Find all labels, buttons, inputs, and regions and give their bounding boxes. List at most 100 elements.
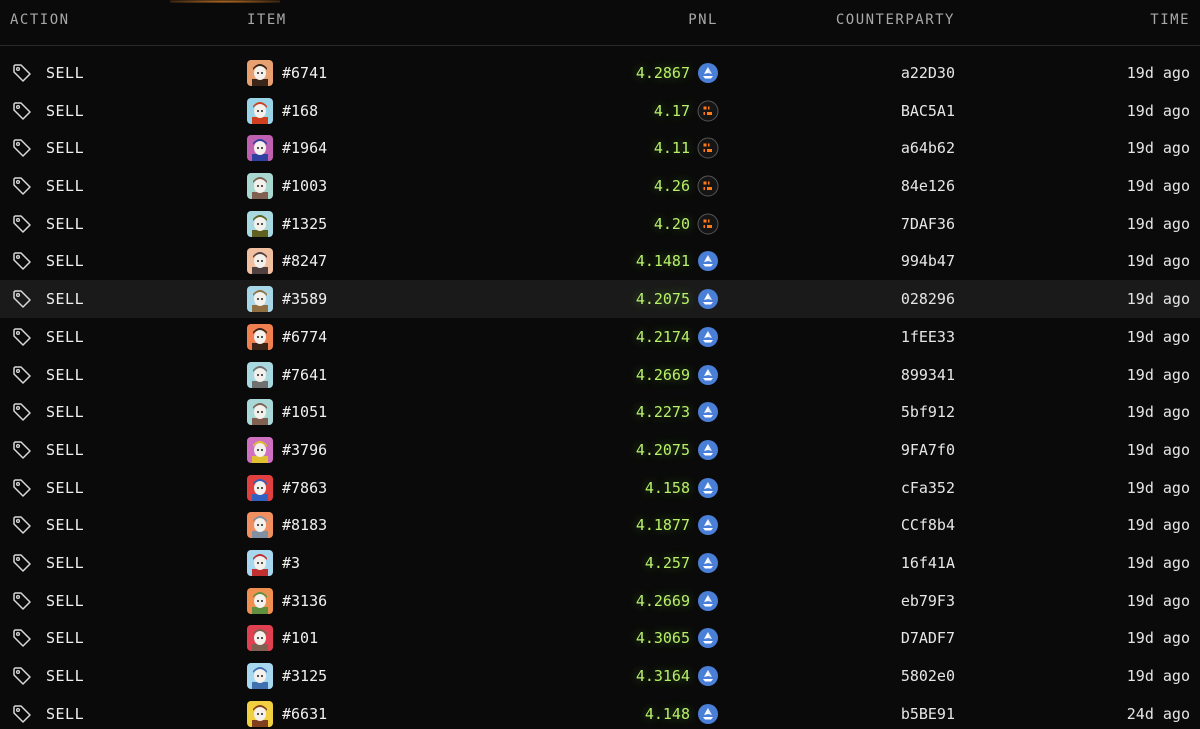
item-id-link[interactable]: #168 (282, 102, 318, 120)
counterparty-link[interactable]: 7DAF36 (901, 215, 955, 233)
nft-avatar-icon[interactable] (247, 248, 273, 275)
table-row[interactable]: SELL #8247 4.1481 994b47 19d ago (0, 242, 1200, 280)
table-row[interactable]: SELL #7641 4.2669 899341 19d ago (0, 356, 1200, 394)
table-row[interactable]: SELL #3 4.257 16f41A 19d ago (0, 544, 1200, 582)
counterparty-link[interactable]: 9FA7f0 (901, 441, 955, 459)
tag-icon (13, 328, 31, 346)
item-id-link[interactable]: #1964 (282, 139, 327, 157)
nft-avatar-icon[interactable] (247, 399, 273, 426)
table-row[interactable]: SELL #6774 4.2174 1fEE33 19d ago (0, 318, 1200, 356)
nft-avatar-icon[interactable] (247, 549, 273, 576)
column-header-pnl[interactable]: PNL (688, 12, 718, 28)
counterparty-link[interactable]: 028296 (901, 290, 955, 308)
pnl-value: 4.2669 (635, 591, 690, 610)
counterparty-link[interactable]: 1fEE33 (901, 328, 955, 346)
counterparty-link[interactable]: 899341 (901, 366, 955, 384)
counterparty-link[interactable]: a64b62 (901, 139, 955, 157)
nft-avatar-icon[interactable] (247, 286, 273, 313)
time-ago: 19d ago (1126, 214, 1190, 233)
table-row[interactable]: SELL #1051 4.2273 5bf912 19d ago (0, 393, 1200, 431)
item-id-link[interactable]: #7641 (282, 366, 327, 384)
item-id-link[interactable]: #7863 (282, 479, 327, 497)
table-row[interactable]: SELL #1964 4.11 a64b62 19d ago (0, 129, 1200, 167)
table-row[interactable]: SELL #3589 4.2075 028296 19d ago (0, 280, 1200, 318)
tag-icon (13, 629, 31, 648)
item-id-link[interactable]: #3589 (282, 290, 327, 308)
nft-avatar-icon[interactable] (247, 361, 273, 388)
table-row[interactable]: SELL #6741 4.2867 a22D30 19d ago (0, 54, 1200, 92)
nft-avatar-icon[interactable] (247, 625, 273, 652)
counterparty-link[interactable]: 5bf912 (901, 403, 955, 421)
item-id-link[interactable]: #101 (282, 629, 318, 647)
item-id-link[interactable]: #3125 (282, 667, 327, 685)
nft-avatar-icon[interactable] (247, 474, 273, 501)
item-id-link[interactable]: #6741 (282, 64, 327, 82)
nft-avatar-icon[interactable] (247, 97, 273, 124)
pnl-value: 4.2669 (635, 365, 690, 384)
table-row[interactable]: SELL #3796 4.2075 9FA7f0 19d ago (0, 431, 1200, 469)
item-id-link[interactable]: #3136 (282, 592, 327, 610)
table-row[interactable]: SELL #8183 4.1877 CCf8b4 19d ago (0, 506, 1200, 544)
nft-avatar-icon[interactable] (247, 210, 273, 237)
item-id-link[interactable]: #1051 (282, 403, 327, 421)
eth-token-icon (698, 477, 718, 498)
blur-token-icon (697, 137, 719, 159)
eth-token-icon (698, 590, 718, 611)
action-label: SELL (46, 403, 85, 422)
table-row[interactable]: SELL #1325 4.20 7DAF36 19d ago (0, 205, 1200, 243)
nft-avatar-icon[interactable] (247, 323, 273, 350)
table-row[interactable]: SELL #3136 4.2669 eb79F3 19d ago (0, 582, 1200, 620)
tag-icon (13, 591, 31, 610)
item-id-link[interactable]: #8247 (282, 252, 327, 270)
time-ago: 19d ago (1126, 403, 1190, 422)
item-id-link[interactable]: #6631 (282, 705, 327, 723)
tag-icon (13, 139, 31, 158)
nft-avatar-icon[interactable] (247, 436, 273, 463)
pnl-value: 4.11 (653, 139, 690, 158)
item-id-link[interactable]: #8183 (282, 516, 327, 534)
item-id-link[interactable]: #1003 (282, 177, 327, 195)
item-id-link[interactable]: #6774 (282, 328, 327, 346)
pnl-value: 4.2174 (635, 327, 690, 346)
column-header-counterparty[interactable]: COUNTERPARTY (836, 12, 955, 28)
nft-avatar-icon[interactable] (247, 173, 273, 200)
table-row[interactable]: SELL #168 4.17 BAC5A1 19d ago (0, 92, 1200, 130)
nft-avatar-icon[interactable] (247, 135, 273, 162)
counterparty-link[interactable]: 16f41A (901, 554, 955, 572)
table-row[interactable]: SELL #6631 4.148 b5BE91 24d ago (0, 695, 1200, 729)
counterparty-link[interactable]: cFa352 (901, 479, 955, 497)
nft-avatar-icon[interactable] (247, 512, 273, 539)
table-row[interactable]: SELL #7863 4.158 cFa352 19d ago (0, 469, 1200, 507)
counterparty-link[interactable]: a22D30 (901, 64, 955, 82)
table-row[interactable]: SELL #3125 4.3164 5802e0 19d ago (0, 657, 1200, 695)
activity-table: ACTION ITEM PNL COUNTERPARTY TIME SELL #6… (0, 0, 1200, 729)
action-label: SELL (46, 629, 85, 648)
counterparty-link[interactable]: D7ADF7 (901, 629, 955, 647)
counterparty-link[interactable]: 5802e0 (901, 667, 955, 685)
counterparty-link[interactable]: eb79F3 (901, 592, 955, 610)
table-row[interactable]: SELL #1003 4.26 84e126 19d ago (0, 167, 1200, 205)
blur-token-icon (697, 213, 719, 235)
table-row[interactable]: SELL #101 4.3065 D7ADF7 19d ago (0, 619, 1200, 657)
item-id-link[interactable]: #3796 (282, 441, 327, 459)
action-label: SELL (46, 667, 85, 685)
time-ago: 19d ago (1126, 101, 1190, 120)
eth-token-icon (698, 364, 718, 385)
column-header-action[interactable]: ACTION (10, 12, 70, 28)
item-id-link[interactable]: #3 (282, 554, 300, 572)
counterparty-link[interactable]: 84e126 (901, 177, 955, 195)
counterparty-link[interactable]: CCf8b4 (901, 516, 955, 534)
nft-avatar-icon[interactable] (247, 587, 273, 614)
column-header-time[interactable]: TIME (1150, 12, 1190, 28)
counterparty-link[interactable]: 994b47 (901, 252, 955, 270)
nft-avatar-icon[interactable] (247, 700, 273, 727)
item-id-link[interactable]: #1325 (282, 215, 327, 233)
counterparty-link[interactable]: BAC5A1 (901, 102, 955, 120)
column-header-item[interactable]: ITEM (247, 12, 287, 28)
pnl-value: 4.20 (653, 214, 690, 233)
counterparty-link[interactable]: b5BE91 (901, 705, 955, 723)
action-label: SELL (46, 365, 85, 384)
nft-avatar-icon[interactable] (247, 663, 273, 689)
nft-avatar-icon[interactable] (247, 60, 273, 86)
time-ago: 19d ago (1126, 139, 1190, 158)
